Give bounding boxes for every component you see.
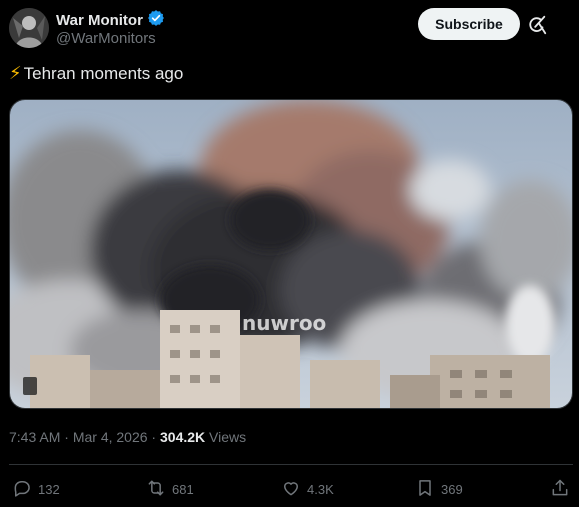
repost-count: 681 — [172, 482, 194, 497]
bookmark-count: 369 — [441, 482, 463, 497]
tweet-date[interactable]: Mar 4, 2026 — [73, 429, 148, 445]
like-count: 4.3K — [307, 482, 334, 497]
views-count: 304.2K — [160, 429, 206, 445]
lightning-emoji: ⚡ — [9, 63, 22, 83]
author-name[interactable]: War Monitor — [56, 12, 143, 29]
repost-icon — [146, 478, 166, 501]
tweet-meta: 7:43 AM · Mar 4, 2026 · 304.2K Views — [9, 429, 246, 445]
tweet-body: Tehran moments ago — [23, 63, 184, 83]
grok-icon[interactable] — [526, 14, 548, 36]
like-button[interactable]: 4.3K — [281, 478, 334, 501]
tweet-media-video[interactable]: nuwroo — [9, 99, 573, 409]
author-name-row[interactable]: War Monitor — [56, 9, 165, 32]
action-bar: 132 681 4.3K 369 — [0, 478, 579, 502]
share-button[interactable] — [550, 478, 570, 501]
divider — [9, 464, 573, 465]
like-icon — [281, 478, 301, 501]
reply-count: 132 — [38, 482, 60, 497]
author-handle[interactable]: @WarMonitors — [56, 30, 156, 47]
avatar[interactable] — [9, 8, 49, 48]
bookmark-icon — [415, 478, 435, 501]
bookmark-button[interactable]: 369 — [415, 478, 463, 501]
repost-button[interactable]: 681 — [146, 478, 194, 501]
media-watermark: nuwroo — [242, 311, 326, 335]
reply-button[interactable]: 132 — [12, 478, 60, 501]
subscribe-button[interactable]: Subscribe — [418, 8, 520, 40]
tweet-time[interactable]: 7:43 AM — [9, 429, 60, 445]
tweet-text: ⚡ Tehran moments ago — [9, 63, 183, 84]
verified-badge-icon — [147, 9, 165, 32]
meta-separator: · — [147, 429, 160, 445]
views-label: Views — [205, 429, 247, 445]
meta-separator: · — [60, 429, 73, 445]
reply-icon — [12, 478, 32, 501]
share-icon — [550, 478, 570, 501]
